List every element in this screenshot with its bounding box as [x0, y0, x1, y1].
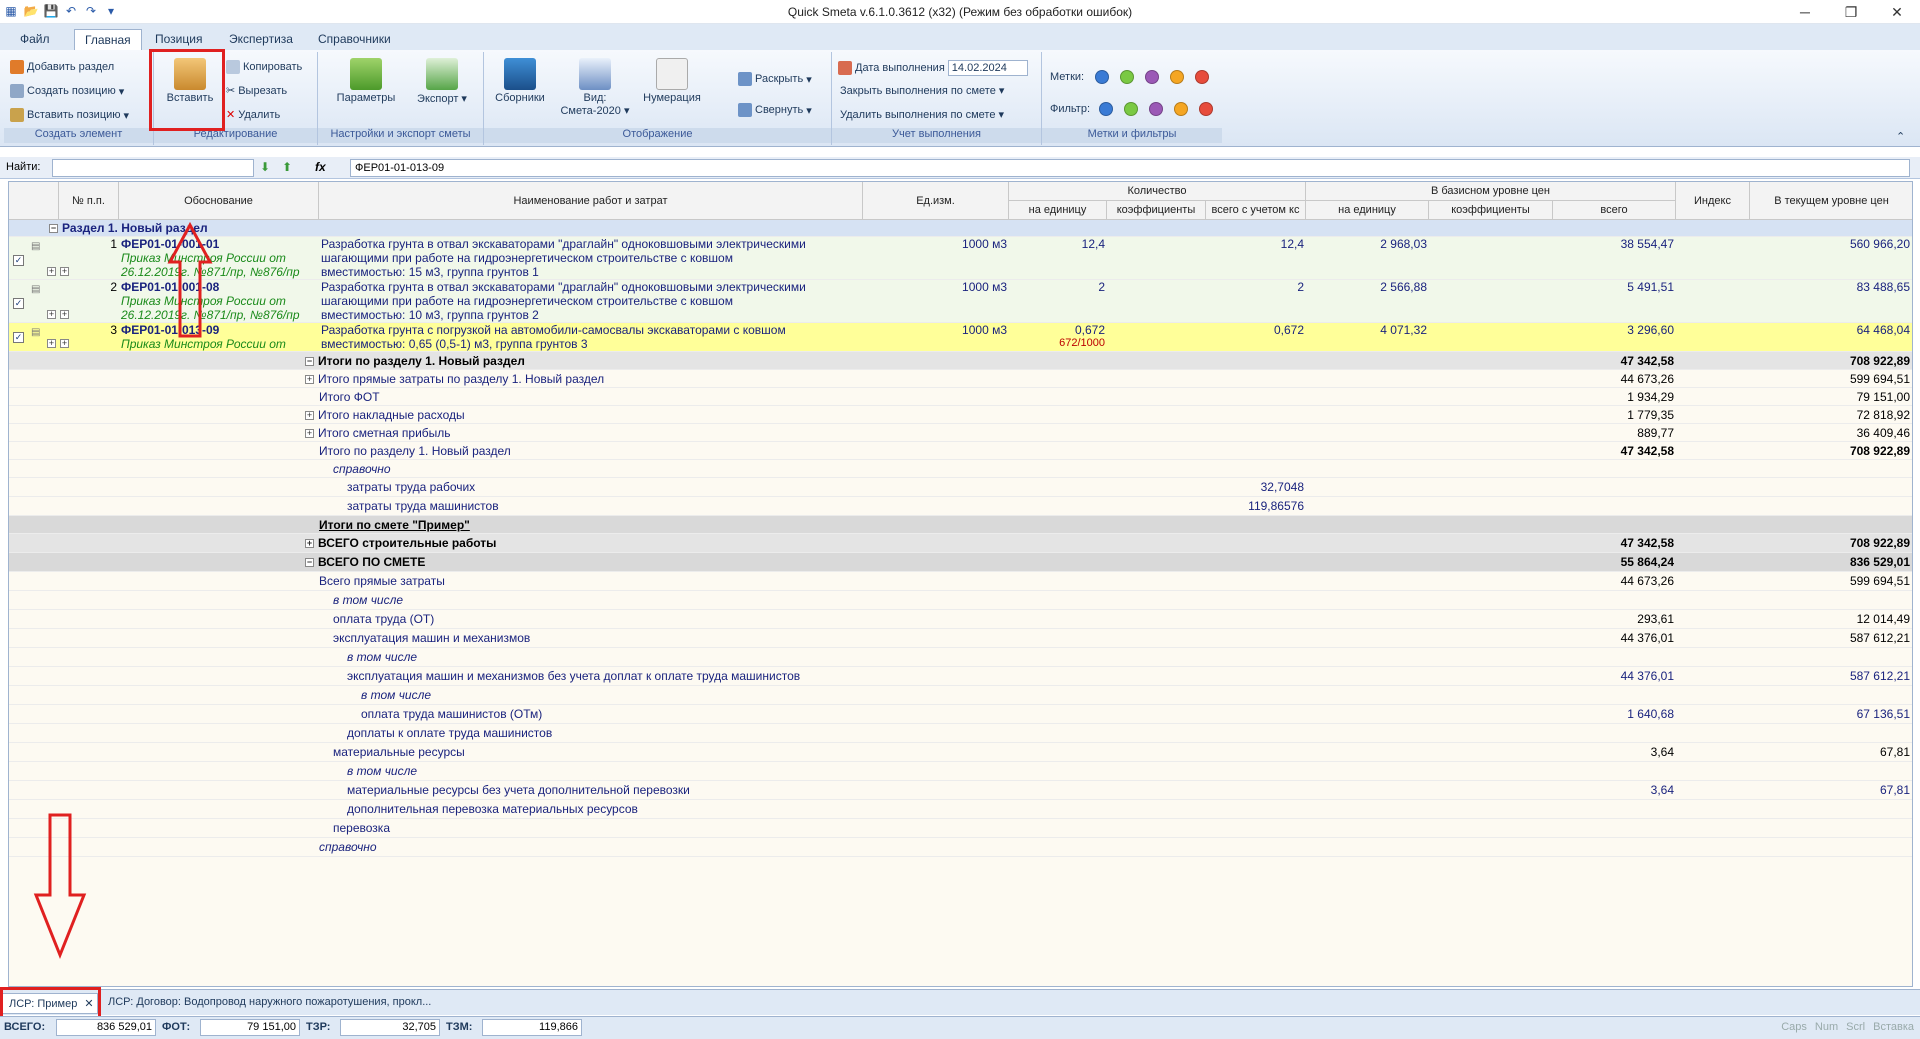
arrow-up-annotation [167, 221, 213, 338]
arrow-down-annotation [33, 813, 87, 960]
status-total-label: ВСЕГО: [4, 1021, 46, 1033]
status-tzr: 32,705 [340, 1019, 440, 1036]
annotation-overlay [33, 221, 213, 960]
status-num: Num [1814, 1021, 1839, 1033]
highlight-doc-tab [0, 987, 101, 1019]
status-tzm: 119,866 [482, 1019, 582, 1036]
status-caps: Caps [1781, 1021, 1807, 1033]
status-bar: ВСЕГО: 836 529,01 ФОТ: 79 151,00 ТЗР: 32… [0, 1016, 1920, 1039]
document-tabs: ЛСР: Пример ✕ ЛСР: Договор: Водопровод н… [0, 989, 1920, 1015]
status-tzr-label: ТЗР: [306, 1021, 331, 1033]
status-scrl: Scrl [1846, 1021, 1866, 1033]
status-fot: 79 151,00 [200, 1019, 300, 1036]
status-total: 836 529,01 [56, 1019, 156, 1036]
status-fot-label: ФОТ: [162, 1021, 191, 1033]
status-insert: Вставка [1873, 1021, 1914, 1033]
doc-tab-2[interactable]: ЛСР: Договор: Водопровод наружного пожар… [102, 993, 432, 1014]
status-tzm-label: ТЗМ: [446, 1021, 473, 1033]
